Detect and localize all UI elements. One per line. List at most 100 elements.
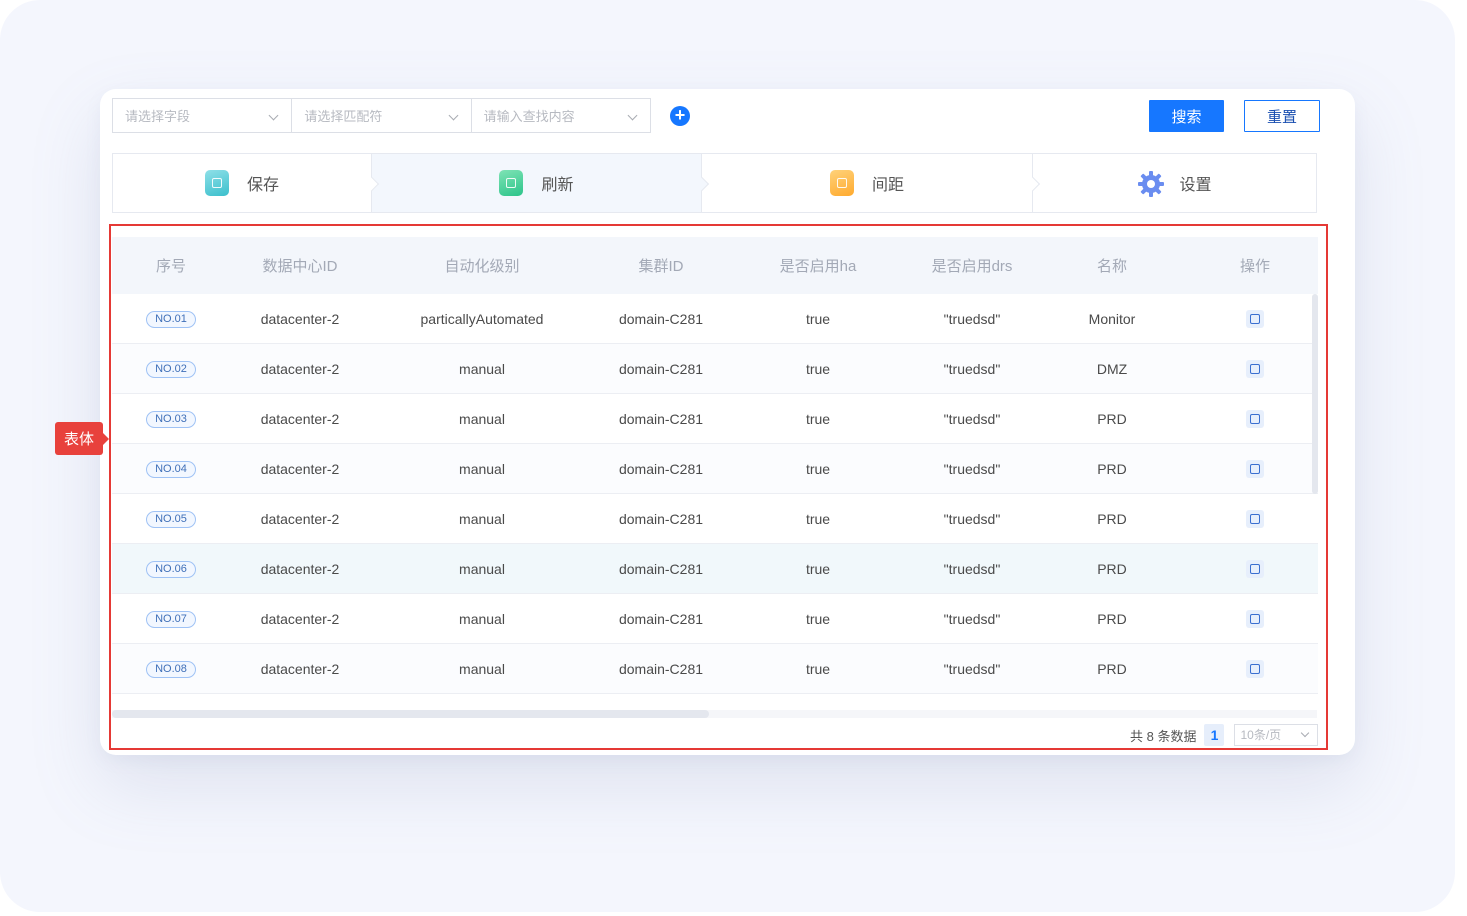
row-number-badge: NO.04 [146,461,196,478]
pagination: 共 8 条数据 1 10条/页 [1130,723,1319,747]
cell-drs: "truedsd" [943,360,1001,377]
action-cell [1188,509,1318,528]
view-icon[interactable] [1246,609,1264,628]
chevron-down-icon [627,110,638,121]
view-icon[interactable] [1246,559,1264,578]
toolbar-save-label: 保存 [246,177,279,194]
match-select[interactable]: 请选择匹配符 [292,99,472,132]
toolbar: 保存 刷新 间距 设置 [112,153,1317,213]
table-header: 序号 数据中心ID 自动化级别 集群ID 是否启用ha 是否启用drs 名称 操… [112,237,1318,294]
spacing-icon [829,170,854,196]
field-select[interactable]: 请选择字段 [113,99,293,132]
row-number-cell: NO.02 [112,359,230,378]
row-number-cell: NO.01 [112,309,230,328]
view-icon[interactable] [1246,409,1264,428]
settings-icon [1137,170,1165,197]
header-cell: 操作 [1239,258,1270,275]
row-number-badge: NO.01 [146,311,196,328]
table-row[interactable]: NO.05 datacenter-2 manual domain-C281 true "t… [112,494,1318,544]
cell-name: PRD [1097,610,1127,627]
cell-drs: "truedsd" [943,560,1001,577]
row-number-badge: NO.02 [146,361,196,378]
add-filter-button[interactable]: + [670,106,690,126]
cell-datacenter: datacenter-2 [260,560,340,577]
cell-level: particallyAutomated [420,310,544,327]
row-number-cell: NO.04 [112,459,230,478]
cell-level: manual [459,510,505,527]
table-row[interactable]: NO.03 datacenter-2 manual domain-C281 true "t… [112,394,1318,444]
toolbar-settings[interactable]: 设置 [1033,154,1316,212]
view-icon[interactable] [1246,509,1264,528]
table-row[interactable]: NO.02 datacenter-2 manual domain-C281 true "t… [112,344,1318,394]
toolbar-spacing[interactable]: 间距 [702,154,1041,212]
row-number-cell: NO.03 [112,409,230,428]
row-number-cell: NO.05 [112,509,230,528]
reset-button[interactable]: 重置 [1244,100,1320,132]
view-icon[interactable] [1246,459,1264,478]
cell-level: manual [459,360,505,377]
cell-datacenter: datacenter-2 [260,660,340,677]
cell-cluster: domain-C281 [618,660,704,677]
content-input-placeholder: 请输入查找内容 [483,109,575,124]
action-cell [1188,309,1318,328]
vertical-scrollbar[interactable] [1312,294,1318,494]
table-row[interactable]: NO.06 datacenter-2 manual domain-C281 true "t… [112,544,1318,594]
search-button[interactable]: 搜索 [1149,100,1224,132]
cell-level: manual [459,460,505,477]
cell-level: manual [459,610,505,627]
row-number-cell: NO.08 [112,659,230,678]
view-icon[interactable] [1246,309,1264,328]
table-row[interactable]: NO.01 datacenter-2 particallyAutomated doma… [112,294,1318,344]
table-row[interactable]: NO.04 datacenter-2 manual domain-C281 true "t… [112,444,1318,494]
filter-bar: 请选择字段 请选择匹配符 请输入查找内容 [112,98,651,133]
cell-drs: "truedsd" [943,460,1001,477]
action-cell [1188,659,1318,678]
cell-drs: "truedsd" [943,310,1001,327]
chevron-down-icon [1301,728,1310,738]
header-cell: 是否启用ha [779,258,857,275]
cell-ha: true [805,510,831,527]
cell-drs: "truedsd" [943,510,1001,527]
row-number-badge: NO.05 [146,511,196,528]
toolbar-save[interactable]: 保存 [113,154,380,212]
table-row[interactable]: NO.07 datacenter-2 manual domain-C281 true "t… [112,594,1318,644]
action-cell [1188,359,1318,378]
cell-level: manual [459,660,505,677]
cell-cluster: domain-C281 [618,610,704,627]
action-cell [1188,409,1318,428]
table-row[interactable]: NO.08 datacenter-2 manual domain-C281 true "t… [112,644,1318,694]
page-number[interactable]: 1 [1204,724,1225,746]
cell-ha: true [805,410,831,427]
cell-name: Monitor [1088,310,1136,327]
page-size-select[interactable]: 10条/页 [1234,724,1319,746]
cell-name: PRD [1097,410,1127,427]
cell-ha: true [805,610,831,627]
header-cell: 数据中心ID [262,258,338,275]
chevron-down-icon [268,110,279,121]
toolbar-refresh[interactable]: 刷新 [372,154,710,212]
toolbar-settings-label: 设置 [1179,177,1212,194]
cell-name: PRD [1097,460,1127,477]
header-cell: 名称 [1096,258,1127,275]
cell-ha: true [805,660,831,677]
view-icon[interactable] [1246,659,1264,678]
page-size-value: 10条/页 [1240,728,1282,742]
cell-datacenter: datacenter-2 [260,360,340,377]
row-number-badge: NO.07 [146,611,196,628]
view-icon[interactable] [1246,359,1264,378]
data-table: 序号 数据中心ID 自动化级别 集群ID 是否启用ha 是否启用drs 名称 操… [112,237,1318,717]
row-number-badge: NO.06 [146,561,196,578]
cell-name: DMZ [1096,360,1128,377]
horizontal-scrollbar[interactable] [112,710,709,718]
cell-name: PRD [1097,660,1127,677]
cell-cluster: domain-C281 [618,410,704,427]
content-input[interactable]: 请输入查找内容 [472,99,650,132]
cell-cluster: domain-C281 [618,560,704,577]
row-number-cell: NO.07 [112,609,230,628]
row-number-cell: NO.06 [112,559,230,578]
save-icon [204,170,229,196]
cell-level: manual [459,560,505,577]
header-cell: 是否启用drs [931,258,1013,275]
header-cell: 序号 [155,258,186,275]
cell-datacenter: datacenter-2 [260,310,340,327]
